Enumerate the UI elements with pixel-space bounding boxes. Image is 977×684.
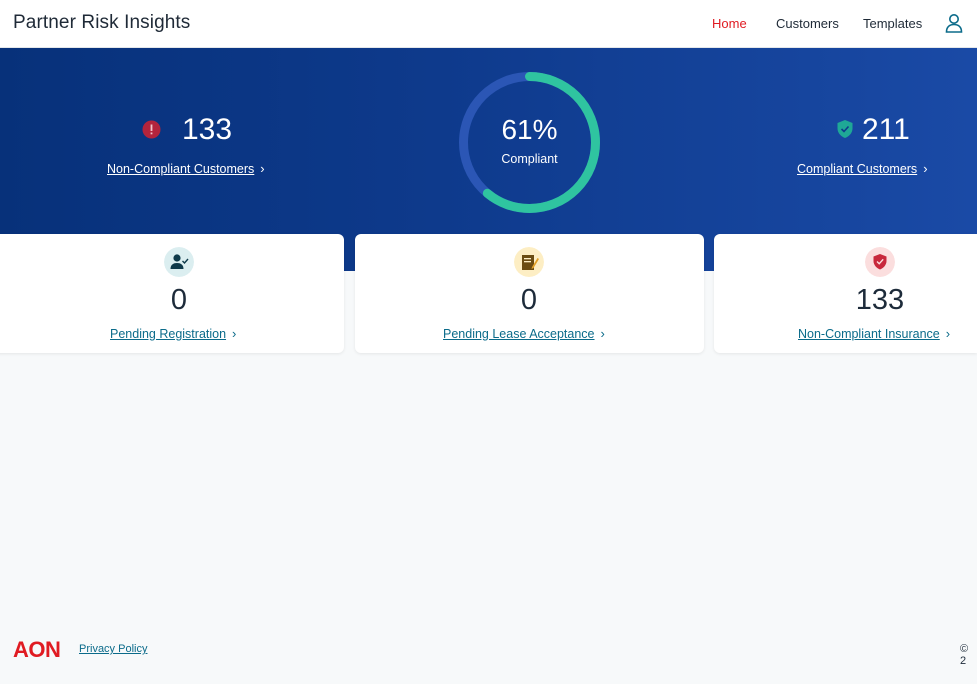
pending-registration-link[interactable]: Pending Registration › xyxy=(110,326,236,341)
nav-templates[interactable]: Templates xyxy=(863,16,922,31)
document-edit-icon xyxy=(514,247,544,277)
non-compliant-count: 133 xyxy=(182,113,233,146)
chevron-right-icon: › xyxy=(600,326,605,341)
nav-home[interactable]: Home xyxy=(712,16,747,31)
pending-registration-count: 0 xyxy=(170,284,188,316)
user-icon[interactable] xyxy=(945,13,963,33)
pending-registration-label: Pending Registration xyxy=(110,327,227,341)
chevron-right-icon: › xyxy=(232,326,237,341)
non-compliant-insurance-count: 133 xyxy=(855,284,905,316)
top-header: Partner Risk Insights Home Customers Tem… xyxy=(0,0,977,48)
chevron-right-icon: › xyxy=(923,161,928,176)
non-compliant-insurance-label: Non-Compliant Insurance xyxy=(798,327,940,341)
non-compliant-customers-link[interactable]: Non-Compliant Customers › xyxy=(107,161,265,176)
user-check-icon xyxy=(164,247,194,277)
non-compliant-customers-label: Non-Compliant Customers xyxy=(107,162,255,176)
shield-check-icon xyxy=(837,120,853,138)
copyright-text: © 2 xyxy=(960,643,969,667)
pending-lease-link[interactable]: Pending Lease Acceptance › xyxy=(443,326,605,341)
compliant-count: 211 xyxy=(862,113,910,146)
non-compliant-insurance-link[interactable]: Non-Compliant Insurance › xyxy=(798,326,950,341)
compliance-label: Compliant xyxy=(501,152,558,166)
compliance-percent: 61% xyxy=(501,114,558,145)
svg-text:AON: AON xyxy=(13,638,60,660)
compliant-customers-link[interactable]: Compliant Customers › xyxy=(797,161,928,176)
compliant-customers-label: Compliant Customers xyxy=(797,162,918,176)
privacy-policy-link[interactable]: Privacy Policy xyxy=(79,643,147,655)
aon-logo: AON xyxy=(13,638,61,660)
alert-icon xyxy=(142,120,161,139)
pending-lease-label: Pending Lease Acceptance xyxy=(443,327,595,341)
chevron-right-icon: › xyxy=(260,161,265,176)
shield-alert-icon xyxy=(865,247,895,277)
chevron-right-icon: › xyxy=(945,326,951,341)
app-title: Partner Risk Insights xyxy=(13,12,191,33)
pending-lease-count: 0 xyxy=(520,284,538,316)
nav-customers[interactable]: Customers xyxy=(776,16,839,31)
